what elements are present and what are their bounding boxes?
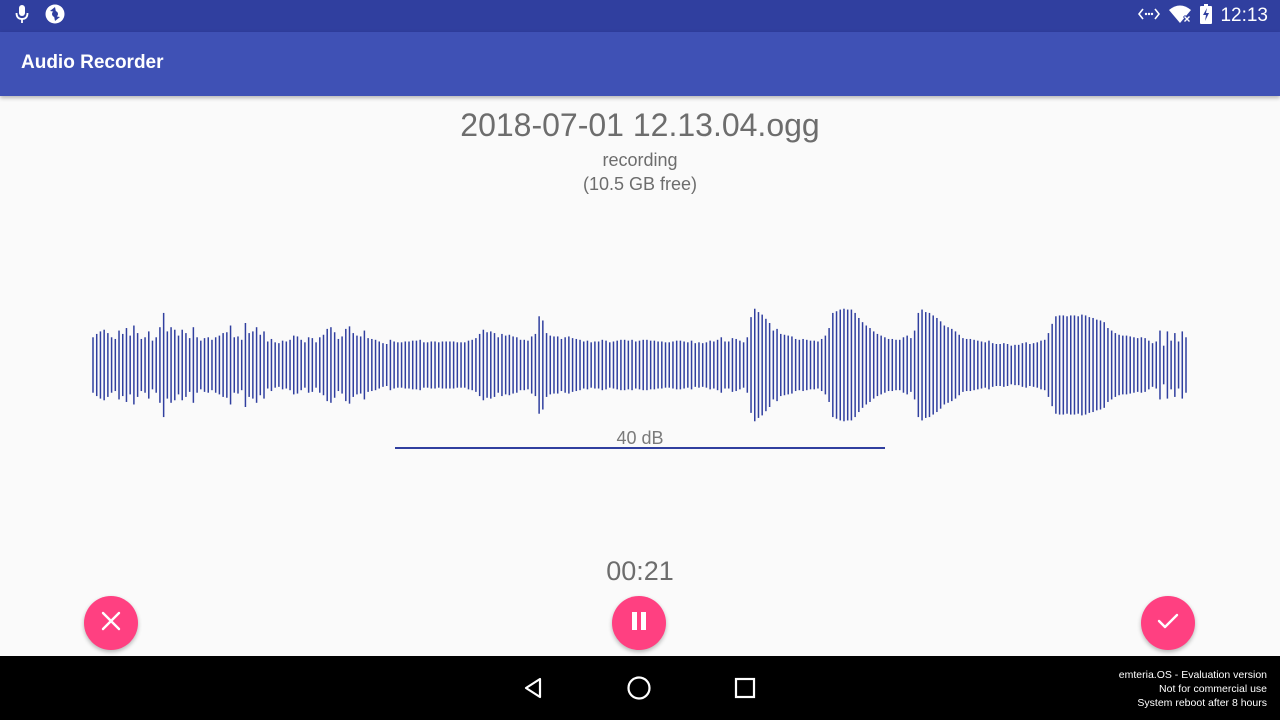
close-icon: [100, 610, 122, 637]
wifi-off-icon: [1168, 4, 1192, 29]
home-icon: [626, 675, 652, 706]
status-bar: 12:13: [0, 0, 1280, 32]
app-bar: Audio Recorder: [0, 32, 1280, 96]
evaluation-watermark: emteria.OS - Evaluation version Not for …: [1119, 668, 1267, 710]
app-title: Audio Recorder: [21, 52, 164, 73]
navigation-bar: emteria.OS - Evaluation version Not for …: [0, 656, 1280, 720]
check-icon: [1156, 611, 1180, 636]
pause-icon: [630, 611, 648, 636]
status-right-icons: 12:13: [1138, 0, 1268, 32]
db-label: 40 dB: [616, 428, 664, 448]
pause-button[interactable]: [612, 596, 666, 650]
db-level-line: [395, 447, 885, 449]
recents-button[interactable]: [727, 672, 763, 708]
recents-icon: [734, 677, 756, 704]
back-button[interactable]: [515, 672, 551, 708]
elapsed-timer: 00:21: [606, 556, 674, 586]
watermark-line: Not for commercial use: [1159, 683, 1267, 695]
battery-charging-icon: [1200, 3, 1213, 29]
watermark-line: System reboot after 8 hours: [1137, 697, 1267, 709]
status-left-icons: [14, 4, 66, 28]
cancel-button[interactable]: [84, 596, 138, 650]
sync-icon: [44, 3, 66, 30]
done-button[interactable]: [1141, 596, 1195, 650]
recording-panel: 2018-07-01 12.13.04.ogg recording (10.5 …: [0, 96, 1280, 656]
back-icon: [521, 676, 545, 705]
watermark-line: emteria.OS - Evaluation version: [1118, 669, 1267, 681]
status-time: 12:13: [1220, 5, 1268, 26]
data-transfer-icon: [1138, 7, 1161, 26]
microphone-icon: [14, 3, 30, 30]
home-button[interactable]: [621, 672, 657, 708]
